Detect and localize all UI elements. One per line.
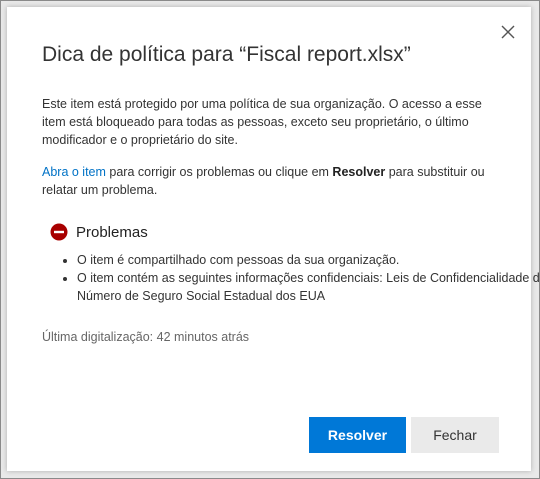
resolve-keyword: Resolver bbox=[332, 165, 386, 179]
issues-title: Problemas bbox=[76, 223, 148, 241]
last-scan-text: Última digitalização: 42 minutos atrás bbox=[42, 330, 250, 344]
issues-header: Problemas bbox=[50, 223, 148, 241]
close-icon bbox=[501, 25, 515, 39]
close-button[interactable] bbox=[499, 23, 517, 41]
resolve-button[interactable]: Resolver bbox=[309, 417, 406, 453]
issues-list: O item é compartilhado com pessoas da su… bbox=[42, 251, 540, 305]
list-item: O item contém as seguintes informações c… bbox=[77, 269, 540, 305]
close-dialog-button[interactable]: Fechar bbox=[411, 417, 499, 453]
dialog-title: Dica de política para “Fiscal report.xls… bbox=[42, 43, 411, 66]
background-text-stub bbox=[1, 71, 5, 81]
window-frame: Dica de política para “Fiscal report.xls… bbox=[0, 0, 540, 479]
instructions-middle: para corrigir os problemas ou clique em bbox=[105, 165, 333, 179]
policy-tip-dialog: Dica de política para “Fiscal report.xls… bbox=[7, 7, 540, 471]
list-item: O item é compartilhado com pessoas da su… bbox=[77, 251, 540, 269]
blocked-icon bbox=[50, 223, 68, 241]
policy-description: Este item está protegido por uma polític… bbox=[42, 97, 482, 147]
background-text-stub bbox=[1, 269, 5, 279]
instructions-text: Abra o item para corrigir os problemas o… bbox=[42, 163, 502, 199]
open-item-link[interactable]: Abra o item bbox=[42, 165, 106, 179]
